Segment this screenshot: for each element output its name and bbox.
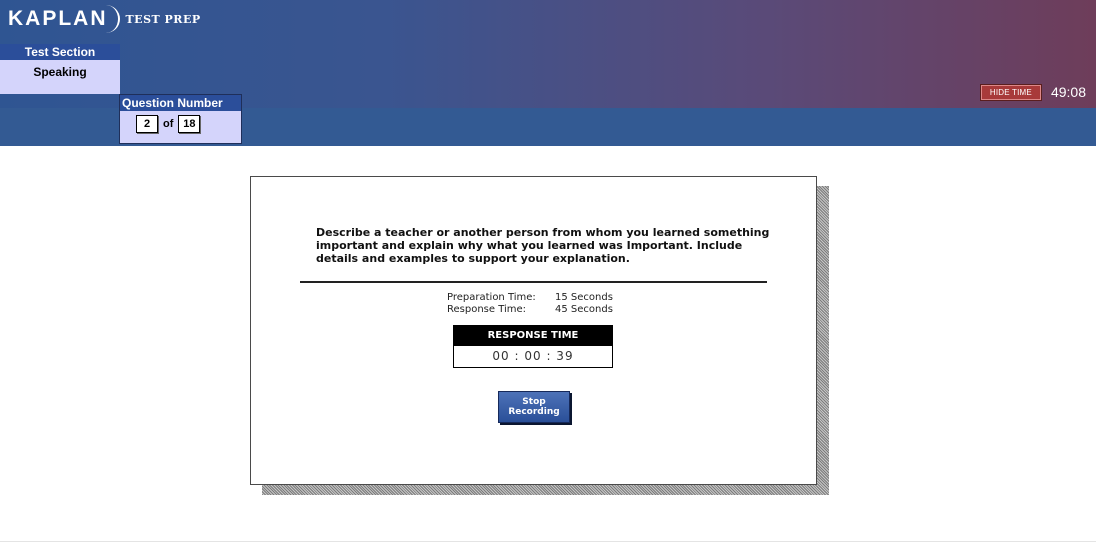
- divider: [300, 281, 767, 283]
- question-card: Describe a teacher or another person fro…: [250, 176, 817, 485]
- preparation-time-row: Preparation Time: 15 Seconds: [447, 292, 613, 304]
- time-remaining: 49:08: [1050, 84, 1086, 100]
- logo-wordmark: KAPLAN: [6, 5, 120, 33]
- kaplan-logo: KAPLAN TEST PREP: [6, 4, 201, 34]
- response-time-label: Response Time:: [447, 304, 527, 315]
- preparation-time-value: 15 Seconds: [555, 292, 613, 303]
- header-bar: KAPLAN TEST PREP Test Section Speaking H…: [0, 0, 1096, 108]
- test-section-value: Speaking: [0, 60, 120, 94]
- current-question-number: 2: [136, 115, 158, 133]
- question-prompt: Describe a teacher or another person fro…: [316, 226, 770, 265]
- question-number-panel: Question Number 2 of 18: [119, 94, 242, 144]
- test-section-label: Test Section: [0, 44, 120, 60]
- response-time-box: RESPONSE TIME 00 : 00 : 39: [453, 325, 613, 368]
- question-number-row: 2 of 18: [120, 111, 241, 133]
- response-time-row: Response Time: 45 Seconds: [447, 304, 613, 316]
- hide-time-button[interactable]: HIDE TIME: [980, 84, 1041, 100]
- timing-info: Preparation Time: 15 Seconds Response Ti…: [447, 292, 613, 316]
- timer-area: HIDE TIME 49:08: [980, 84, 1086, 100]
- stop-recording-button[interactable]: Stop Recording: [498, 391, 570, 423]
- total-questions: 18: [178, 115, 201, 133]
- question-number-label: Question Number: [120, 95, 241, 111]
- response-time-header: RESPONSE TIME: [454, 326, 612, 346]
- test-section-panel: Test Section Speaking: [0, 44, 120, 94]
- response-time-value: 45 Seconds: [555, 304, 613, 315]
- response-time-counter: 00 : 00 : 39: [492, 349, 574, 363]
- of-label: of: [163, 118, 174, 130]
- logo-subtitle: TEST PREP: [125, 12, 201, 26]
- preparation-time-label: Preparation Time:: [447, 292, 536, 303]
